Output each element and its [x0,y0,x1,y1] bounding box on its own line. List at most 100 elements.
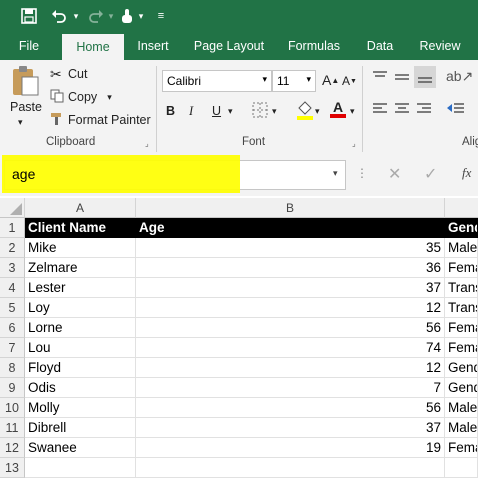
cell-client-name[interactable] [25,458,136,478]
row-header[interactable]: 8 [0,358,25,378]
insert-function-icon[interactable]: fx [462,165,471,181]
borders-dropdown-icon[interactable]: ▾ [272,106,277,117]
tab-page-layout[interactable]: Page Layout [188,32,270,60]
align-bottom-icon[interactable] [414,66,436,88]
cell-client-name[interactable]: Dibrell [25,418,136,438]
cell-client-name[interactable]: Loy [25,298,136,318]
customize-icon[interactable]: ≡ [154,6,168,26]
cell-gender[interactable]: Gend [445,358,478,378]
cell-age[interactable]: 56 [136,318,445,338]
clipboard-launcher-icon[interactable]: ⌟ [145,139,149,148]
font-size-select[interactable]: 11 ▾ [272,70,316,92]
name-box-dropdown-icon[interactable]: ▾ [333,168,338,179]
row-header[interactable]: 10 [0,398,25,418]
cancel-icon[interactable]: ✕ [388,164,401,184]
cell-gender[interactable]: Fema [445,438,478,458]
cell-gender[interactable]: Gend [445,218,478,238]
cell-client-name[interactable]: Lou [25,338,136,358]
align-left-icon[interactable] [372,102,388,116]
decrease-indent-icon[interactable] [446,102,464,116]
column-header-a[interactable]: A [25,198,136,218]
row-header[interactable]: 6 [0,318,25,338]
align-right-icon[interactable] [416,102,432,116]
cell-age[interactable]: Age [136,218,445,238]
cell-gender[interactable]: Fema [445,318,478,338]
select-all-corner[interactable] [0,198,25,218]
font-color-icon[interactable]: A [330,100,346,118]
align-center-icon[interactable] [394,102,410,116]
cell-age[interactable]: 12 [136,298,445,318]
redo-dropdown-icon[interactable]: ▾ [106,6,116,26]
orientation-icon[interactable]: ab↗ [446,68,473,85]
cell-client-name[interactable]: Client Name [25,218,136,238]
row-header[interactable]: 11 [0,418,25,438]
cell-age[interactable]: 56 [136,398,445,418]
bold-button[interactable]: B [166,104,175,118]
cell-client-name[interactable]: Zelmare [25,258,136,278]
align-middle-icon[interactable] [394,70,410,84]
name-box-value[interactable]: age [12,166,35,182]
row-header[interactable]: 7 [0,338,25,358]
touch-mode-icon[interactable] [118,6,136,26]
shrink-font-icon[interactable]: A ▼ [342,74,357,88]
tab-review[interactable]: Review [412,32,468,60]
cell-client-name[interactable]: Mike [25,238,136,258]
cell-age[interactable]: 36 [136,258,445,278]
cell-gender[interactable]: Trans [445,278,478,298]
cell-client-name[interactable]: Lorne [25,318,136,338]
undo-icon[interactable] [48,6,70,26]
tab-home[interactable]: Home [62,34,124,60]
cell-gender[interactable]: Male [445,398,478,418]
redo-icon[interactable] [86,6,106,26]
row-header[interactable]: 5 [0,298,25,318]
row-header[interactable]: 3 [0,258,25,278]
fill-color-icon[interactable] [296,100,314,120]
cell-age[interactable]: 37 [136,418,445,438]
row-header[interactable]: 1 [0,218,25,238]
cell-gender[interactable]: Male [445,418,478,438]
copy-dropdown-icon[interactable]: ▾ [107,92,112,103]
font-color-dropdown-icon[interactable]: ▾ [350,106,355,117]
tab-formulas[interactable]: Formulas [282,32,346,60]
cell-client-name[interactable]: Molly [25,398,136,418]
cell-client-name[interactable]: Floyd [25,358,136,378]
format-painter-button[interactable]: Format Painter [50,110,151,130]
clipboard-icon[interactable] [10,64,42,98]
italic-button[interactable]: I [189,104,193,119]
cell-age[interactable]: 74 [136,338,445,358]
cell-client-name[interactable]: Swanee [25,438,136,458]
cell-age[interactable] [136,458,445,478]
cell-age[interactable]: 37 [136,278,445,298]
cell-age[interactable]: 7 [136,378,445,398]
align-top-icon[interactable] [372,70,388,84]
cell-age[interactable]: 19 [136,438,445,458]
column-header-b[interactable]: B [136,198,445,218]
row-header[interactable]: 9 [0,378,25,398]
font-launcher-icon[interactable]: ⌟ [352,139,356,148]
cell-gender[interactable]: Gend [445,378,478,398]
underline-button[interactable]: U [212,104,221,118]
tab-file[interactable]: File [8,32,50,60]
cell-client-name[interactable]: Lester [25,278,136,298]
touch-dropdown-icon[interactable]: ▾ [136,6,146,26]
enter-icon[interactable]: ✓ [424,164,437,184]
cell-gender[interactable] [445,458,478,478]
save-icon[interactable] [18,6,40,26]
font-name-dropdown-icon[interactable]: ▾ [262,74,267,85]
copy-button[interactable]: Copy ▾ [50,87,112,107]
row-header[interactable]: 13 [0,458,25,478]
fill-color-dropdown-icon[interactable]: ▾ [315,106,320,117]
cell-gender[interactable]: Male [445,238,478,258]
font-size-dropdown-icon[interactable]: ▾ [306,74,311,85]
row-header[interactable]: 4 [0,278,25,298]
cell-client-name[interactable]: Odis [25,378,136,398]
row-header[interactable]: 2 [0,238,25,258]
cut-button[interactable]: ✂ Cut [50,64,87,84]
underline-dropdown-icon[interactable]: ▾ [228,106,233,117]
row-header[interactable]: 12 [0,438,25,458]
cell-gender[interactable]: Fema [445,258,478,278]
cell-gender[interactable]: Trans [445,298,478,318]
borders-icon[interactable] [252,102,268,118]
cell-gender[interactable]: Fema [445,338,478,358]
font-name-select[interactable]: Calibri ▾ [162,70,272,92]
